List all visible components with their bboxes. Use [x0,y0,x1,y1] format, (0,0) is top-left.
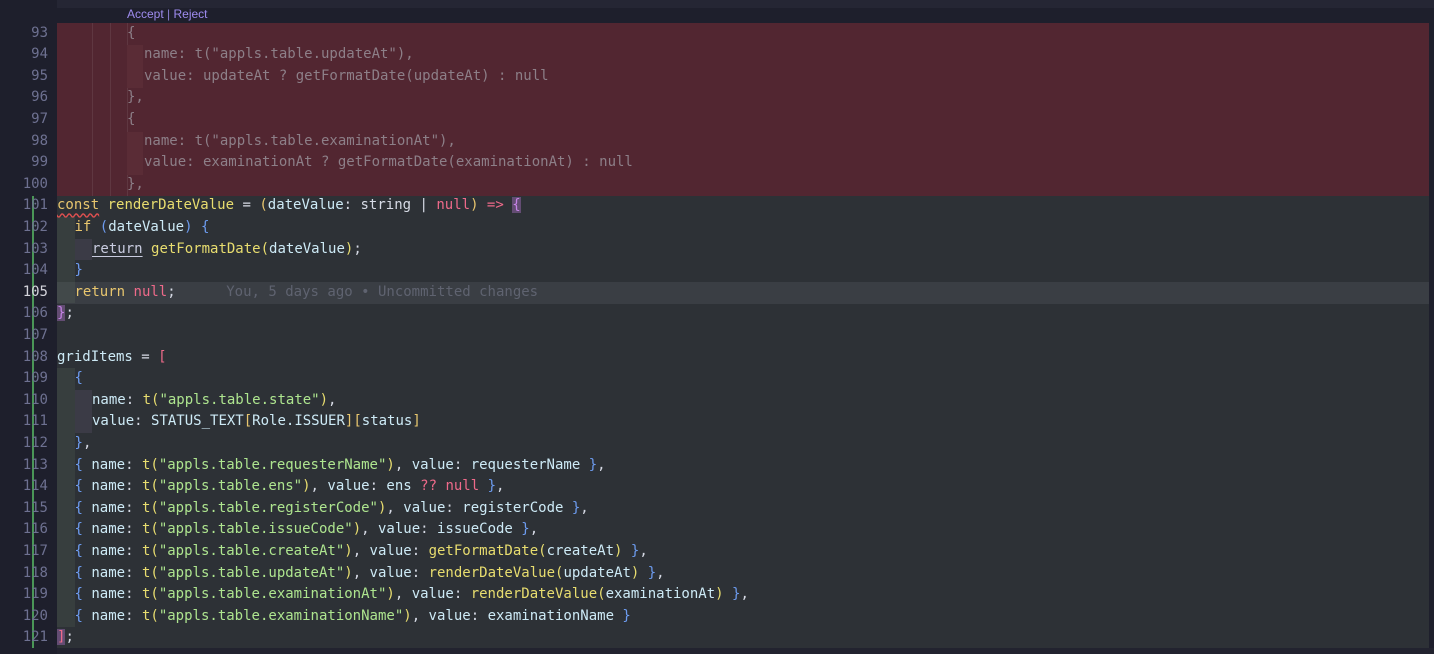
line-number[interactable]: 111 [0,411,48,433]
line-number[interactable]: 97 [0,109,48,131]
keyword-const: const [57,197,100,214]
line-number[interactable]: 117 [0,541,48,563]
code-line-104[interactable]: } [57,260,83,282]
line-number[interactable]: 109 [0,368,48,390]
code-line-103[interactable]: return getFormatDate(dateValue); [57,238,362,261]
line-number[interactable]: 99 [0,152,48,174]
code-line-120[interactable]: { name: t("appls.table.examinationName")… [57,605,631,628]
line-number[interactable]: 115 [0,498,48,520]
code-line-105[interactable]: return null; You, 5 days ago • Uncommitt… [57,281,539,304]
partially-visible-line-bottom [57,648,1434,654]
removed-code-line: }, [127,175,144,192]
code-line-110[interactable]: name: t("appls.table.state"), [57,389,336,412]
code-line-115[interactable]: { name: t("appls.table.registerCode"), v… [57,497,589,520]
line-number[interactable]: 113 [0,455,48,477]
code-line-118[interactable]: { name: t("appls.table.updateAt"), value… [57,562,665,585]
line-number[interactable]: 103 [0,239,48,261]
partially-visible-line [57,0,1434,8]
indent-guide [110,23,111,196]
line-number[interactable]: 93 [0,23,48,45]
line-number[interactable]: 95 [0,66,48,88]
indent-fill [127,45,143,88]
indent-guide [92,23,93,196]
line-number[interactable]: 106 [0,303,48,325]
code-line-101[interactable]: const renderDateValue = (dateValue: stri… [57,195,521,217]
code-line-112[interactable]: }, [57,433,91,455]
code-line-117[interactable]: { name: t("appls.table.createAt"), value… [57,541,648,563]
removed-code-line: name: t("appls.table.examinationAt"), [144,132,456,149]
indent-fill [127,132,143,175]
line-number[interactable]: 101 [0,195,48,217]
line-number[interactable]: 114 [0,476,48,498]
line-number[interactable]: 96 [0,87,48,109]
codelens-separator: | [167,7,171,21]
removed-code-line: value: updateAt ? getFormatDate(updateAt… [144,67,549,84]
code-line-113[interactable]: { name: t("appls.table.requesterName"), … [57,454,606,477]
line-number[interactable]: 98 [0,131,48,153]
git-blame-annotation: You, 5 days ago • Uncommitted changes [226,283,539,300]
line-number[interactable]: 120 [0,606,48,628]
removed-code-line: name: t("appls.table.updateAt"), [144,46,414,63]
code-line-109[interactable]: { [57,368,83,390]
code-line-116[interactable]: { name: t("appls.table.issueCode"), valu… [57,519,538,541]
line-number[interactable]: 102 [0,217,48,239]
code-line-106[interactable]: }; [57,303,74,325]
line-number[interactable]: 100 [0,174,48,196]
code-line-119[interactable]: { name: t("appls.table.examinationAt"), … [57,584,749,606]
line-number[interactable]: 94 [0,44,48,66]
code-line-111[interactable]: value: STATUS_TEXT[Role.ISSUER][status] [57,411,421,433]
removed-code-line: { [127,111,136,127]
accept-change-link[interactable]: Accept [127,7,164,21]
line-number[interactable]: 105 [0,282,48,304]
line-number[interactable]: 112 [0,433,48,455]
code-line-114[interactable]: { name: t("appls.table.ens"), value: ens… [57,476,504,498]
removed-code-line: }, [127,89,144,106]
reject-change-link[interactable]: Reject [174,7,208,21]
inline-diff-codelens: Accept | Reject [127,5,208,23]
code-line-108[interactable]: gridItems = [ [57,347,167,369]
line-number[interactable]: 110 [0,390,48,412]
line-number[interactable]: 118 [0,563,48,585]
code-editor[interactable]: Accept | Reject 93 94 95 96 97 98 99 100 101 102 1… [0,0,1434,654]
line-number[interactable]: 104 [0,260,48,282]
line-number[interactable]: 108 [0,347,48,369]
line-number[interactable]: 107 [0,325,48,347]
function-name: renderDateValue [107,197,235,214]
code-line-102[interactable]: if (dateValue) { [57,217,209,239]
removed-code-line: { [127,24,136,41]
line-number[interactable]: 121 [0,627,48,649]
removed-code-line: value: examinationAt ? getFormatDate(exa… [144,154,633,171]
line-number[interactable]: 116 [0,519,48,541]
line-number[interactable]: 119 [0,584,48,606]
code-line-121[interactable]: ]; [57,627,74,649]
